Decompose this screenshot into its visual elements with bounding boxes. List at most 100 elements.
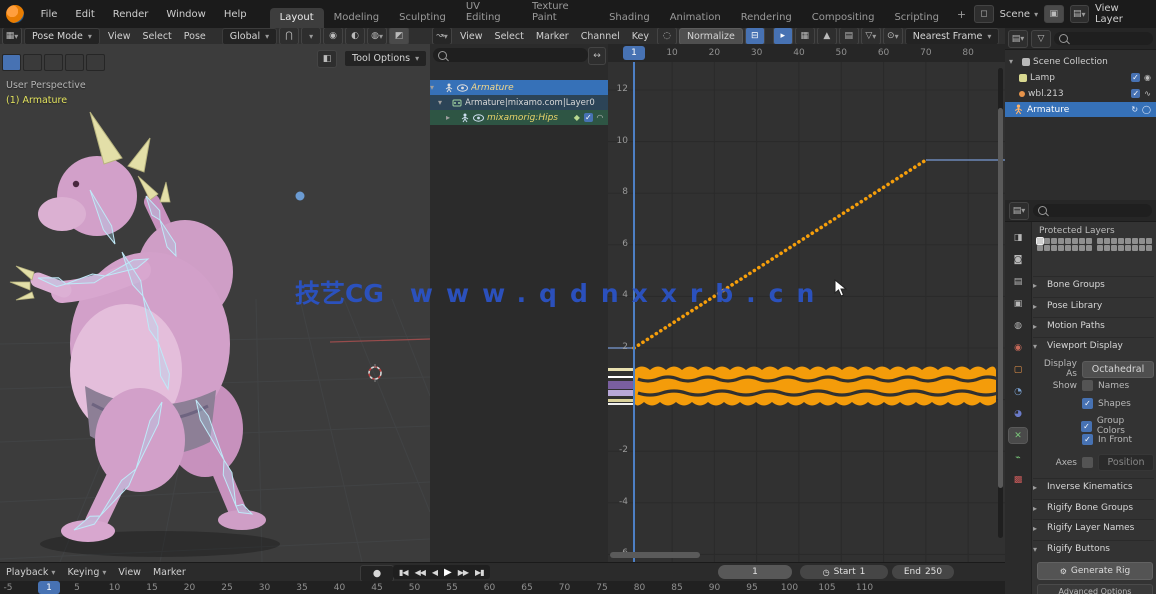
graph-menu[interactable]: Channel [575,31,626,42]
topbar-menu[interactable]: Window [157,9,214,20]
graph-menu[interactable]: Key [626,31,655,42]
timeline-ruler[interactable]: 1 -5510152025303540455055606570758085909… [0,581,1005,594]
render-toggle-icon[interactable]: ◯ [1142,105,1151,114]
layer-cell[interactable] [1086,245,1092,251]
only-selected-icon[interactable]: ▸ [773,28,793,45]
viewlayer-tab-icon[interactable]: ▣ [1009,296,1027,311]
layer-cell[interactable] [1139,238,1145,244]
workspace-tab-texture-paint[interactable]: Texture Paint [522,0,599,28]
cursor-tool-icon[interactable] [44,54,63,71]
layer-cell[interactable] [1037,245,1043,251]
disclosure-icon[interactable]: ▸ [446,113,456,122]
jump-to-next-keyframe-button[interactable]: ▶▶ [455,568,471,577]
texture-tab-icon[interactable]: ▩ [1009,472,1027,487]
visibility-eye-icon[interactable] [473,112,484,123]
physics-tab-icon[interactable]: ◕ [1009,406,1027,421]
properties-search-input[interactable] [1033,204,1152,217]
visibility-checkbox[interactable]: ✓ [1131,73,1140,82]
blender-logo-icon[interactable] [6,5,24,23]
shading-icon[interactable]: ◍▾ [367,28,387,45]
layer-cell[interactable] [1118,245,1124,251]
constraints-tab-icon[interactable]: ◔ [1009,384,1027,399]
visibility-eye-icon[interactable] [457,82,468,93]
graph-editor-type-icon[interactable]: ↝▾ [432,28,452,45]
outliner-row-mesh[interactable]: wbl.213 ✓∿ [1005,86,1156,101]
layer-cell[interactable] [1072,245,1078,251]
advanced-options-button[interactable]: Advanced Options [1037,584,1153,594]
render-toggle-icon[interactable]: ◉ [1144,73,1151,82]
panel-motion-paths[interactable]: ▸Motion Paths [1033,317,1154,331]
proportional-edit-icon[interactable]: ◉ [323,28,343,45]
layer-cell[interactable] [1044,245,1050,251]
move-tool-icon[interactable] [65,54,84,71]
outliner-search-input[interactable] [1054,32,1153,45]
outliner-row-scene-collection[interactable]: ▾ Scene Collection [1005,54,1156,69]
layer-cell[interactable] [1146,238,1152,244]
channel-row-action[interactable]: ▾ Armature|mixamo.com|Layer0 [430,95,608,110]
disclosure-icon[interactable]: ▾ [430,83,440,92]
layer-cell[interactable] [1051,245,1057,251]
graph-frame-ruler[interactable]: 1 1020304050607080 [608,44,1005,63]
output-tab-icon[interactable]: ▤ [1009,274,1027,289]
viewlayer-icon[interactable]: ▣ [1044,5,1063,23]
filter-funnel-icon[interactable]: ▽▾ [861,28,881,45]
render-tab-icon[interactable]: ◙ [1009,252,1027,267]
workspace-tab-rendering[interactable]: Rendering [731,8,802,28]
viewport-menu[interactable]: View [102,31,137,42]
layer-cell[interactable] [1104,238,1110,244]
layer-cell[interactable] [1051,238,1057,244]
invert-filter-icon[interactable]: ↔ [588,47,606,65]
topbar-menu[interactable]: Edit [66,9,103,20]
pivot-point-icon[interactable]: ⊙▾ [883,28,903,45]
select-box-tool-icon[interactable] [23,54,42,71]
layer-cell[interactable] [1104,245,1110,251]
mute-checkbox[interactable]: ✓ [584,113,593,122]
timeline-current-frame[interactable]: 1 [38,581,60,594]
workspace-tab-layout[interactable]: Layout [270,8,324,28]
snap-dropdown[interactable]: Nearest Frame▾ [905,28,1000,45]
workspace-tab-shading[interactable]: Shading [599,8,660,28]
layer-cell[interactable] [1132,238,1138,244]
render-preview-icon[interactable]: ◩ [389,28,409,45]
layer-cell[interactable] [1125,245,1131,251]
mode-dropdown[interactable]: Pose Mode▾ [24,28,100,45]
layer-cell[interactable] [1079,245,1085,251]
layer-cell[interactable] [1086,238,1092,244]
panel-rigify-layer-names[interactable]: ▸Rigify Layer Names [1033,519,1154,533]
display-as-dropdown[interactable]: Octahedral [1082,361,1154,378]
layer-cell[interactable] [1125,238,1131,244]
panel-viewport-display[interactable]: ▾Viewport Display [1033,337,1154,351]
viewport-menu[interactable]: Pose [178,31,212,42]
graph-menu[interactable]: Select [489,31,530,42]
snap-settings-icon[interactable]: ▾ [301,28,321,45]
sync-icon[interactable]: ↻ [1131,105,1138,114]
outliner-filter-icon[interactable]: ▽ [1031,30,1051,48]
channel-row-group[interactable]: ▸ mixamorig:Hips ◆ ✓ ◠ [430,110,608,125]
frame-end-field[interactable]: End250 [892,565,954,579]
object-data-tab-icon[interactable]: ✕ [1009,428,1027,443]
overlays-icon[interactable]: ◐ [345,28,365,45]
jump-to-prev-keyframe-button[interactable]: ◀◀ [412,568,428,577]
layer-cell[interactable] [1111,238,1117,244]
workspace-tab-animation[interactable]: Animation [660,8,731,28]
outliner-display-mode-icon[interactable]: ▤▾ [1008,30,1028,48]
current-frame-indicator[interactable]: 1 [623,46,645,60]
editor-type-icon[interactable]: ▦▾ [2,28,22,45]
panel-inverse-kinematics[interactable]: ▸Inverse Kinematics [1033,478,1154,492]
layer-cell[interactable] [1097,245,1103,251]
show-errors-icon[interactable]: ▲ [817,28,837,45]
layer-cell[interactable] [1058,238,1064,244]
modifier-icon[interactable]: ◆ [574,113,580,122]
channel-row-armature[interactable]: ▾ Armature [430,80,608,95]
snap-magnet-icon[interactable]: ⋂ [279,28,299,45]
view-menu[interactable]: View [112,567,147,578]
outliner-row-armature[interactable]: Armature ↻◯ [1005,102,1156,117]
layer-cell[interactable] [1097,238,1103,244]
marker-menu[interactable]: Marker [147,567,192,578]
group-colors-checkbox[interactable]: ✓ [1081,421,1092,432]
panel-bone-groups[interactable]: ▸Bone Groups [1033,276,1154,290]
layer-cell[interactable] [1072,238,1078,244]
layer-cell[interactable] [1065,245,1071,251]
layers-icon[interactable]: ▤▾ [1070,5,1089,23]
scene-tab-icon[interactable]: ◍ [1009,318,1027,333]
